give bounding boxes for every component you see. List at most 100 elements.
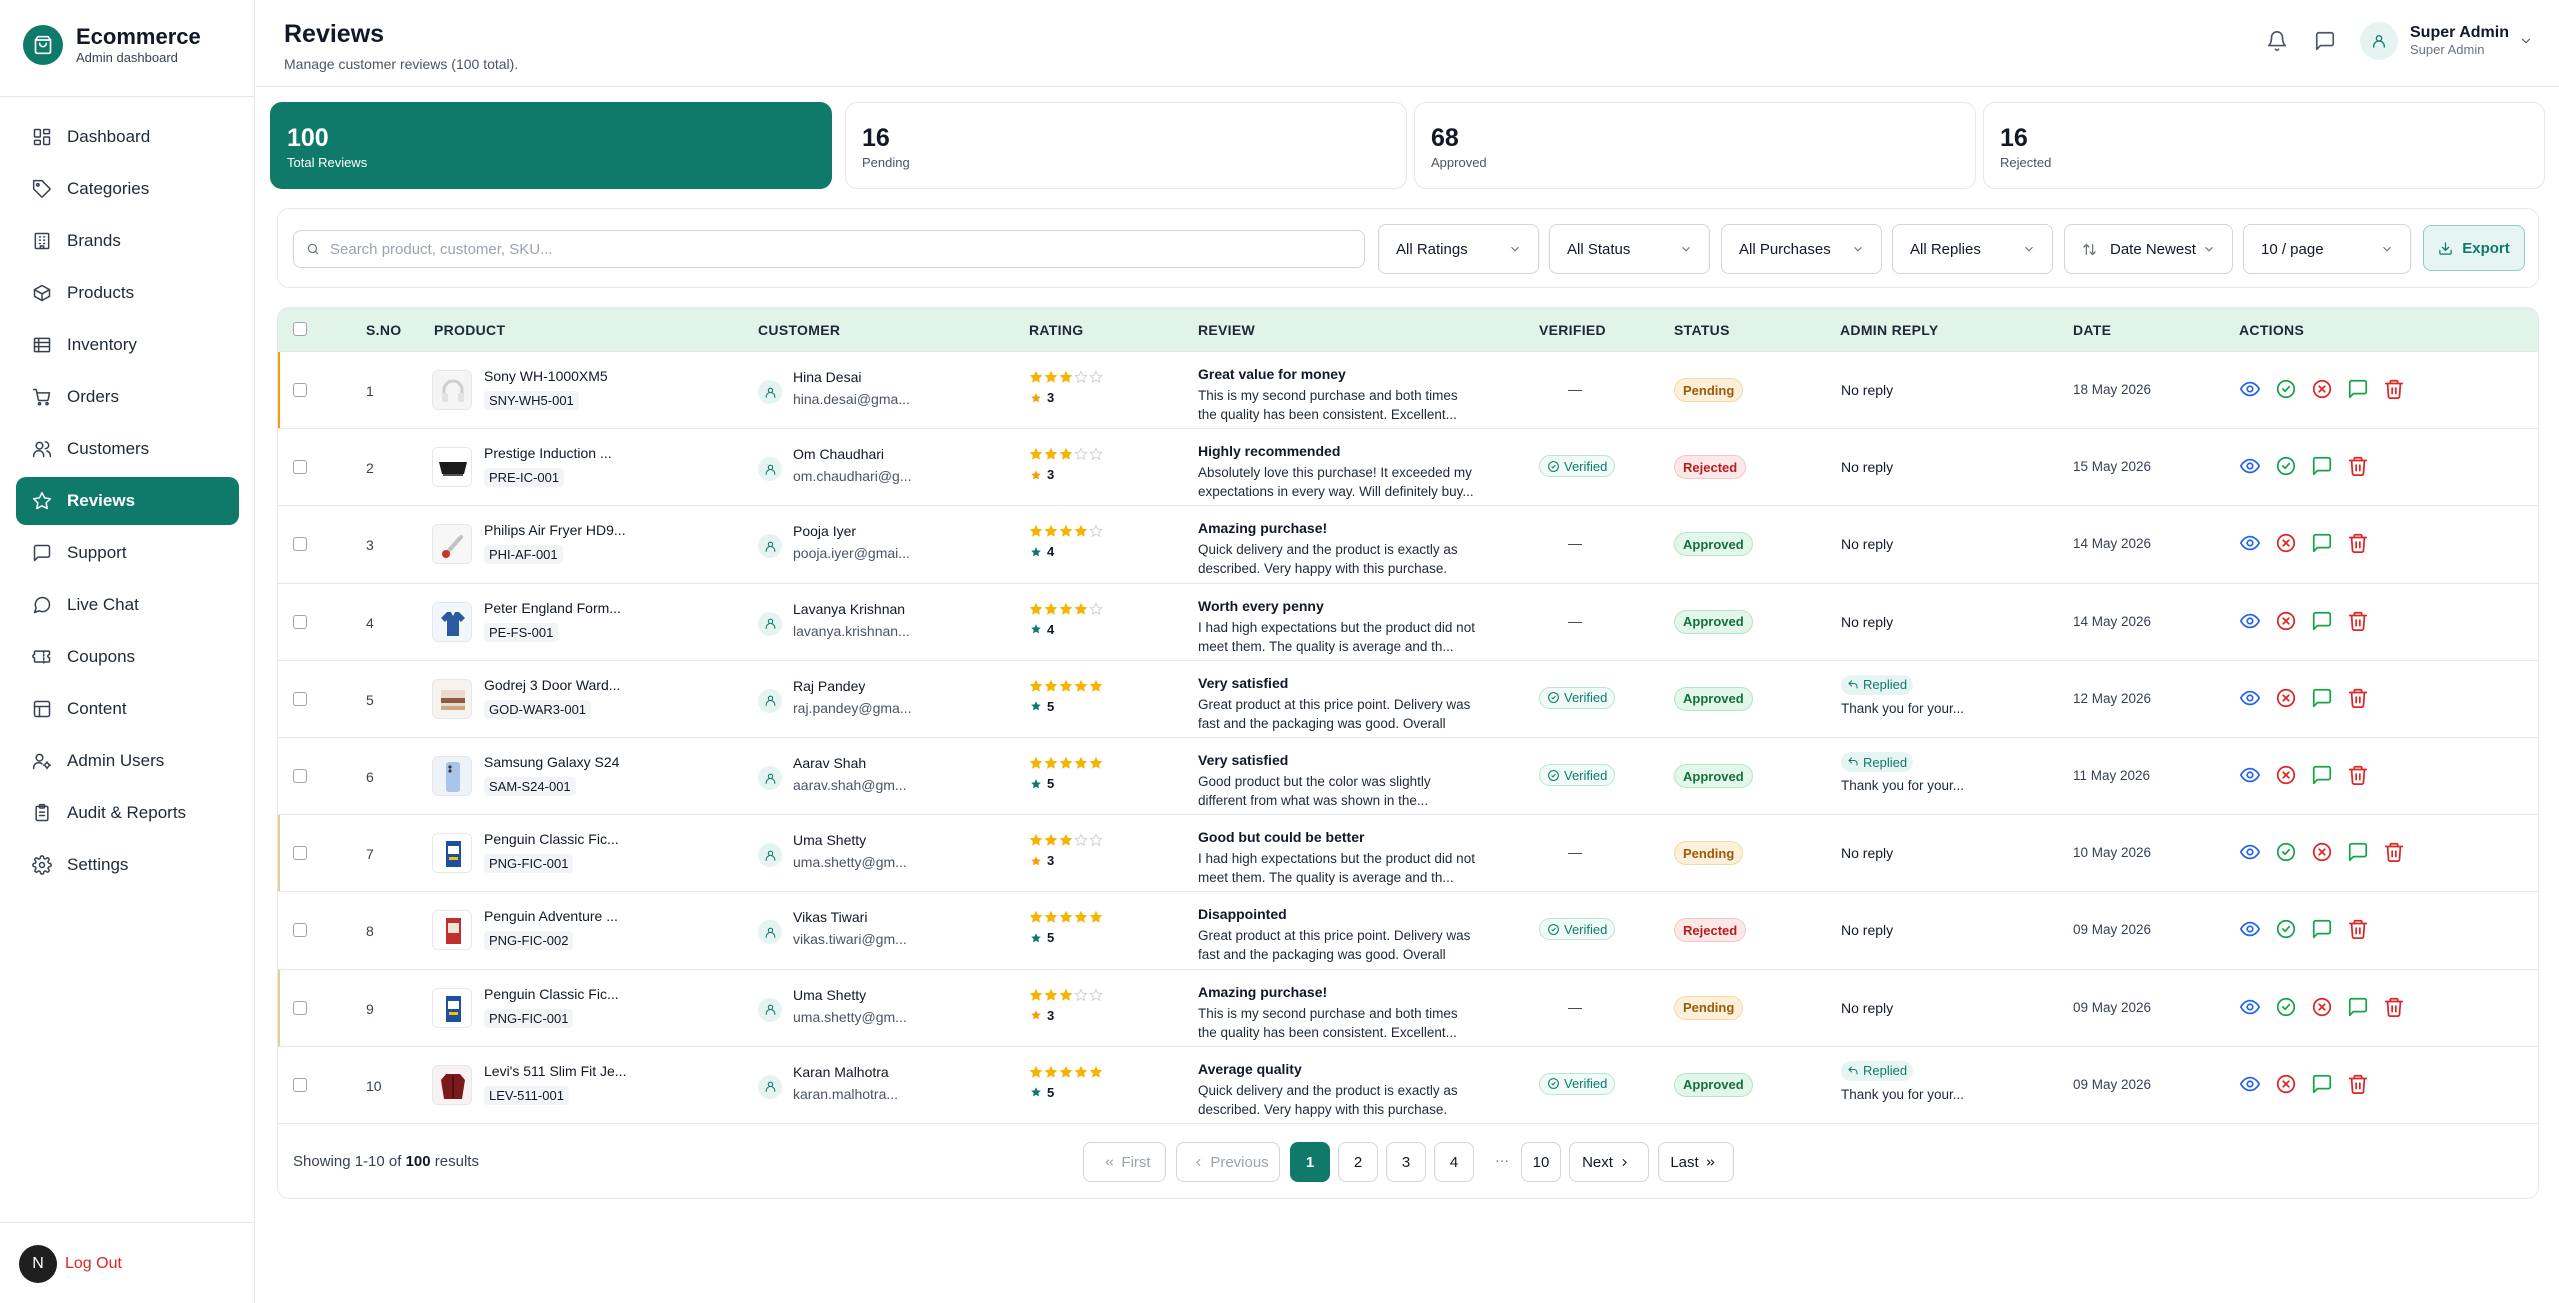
sidebar-item-reviews[interactable]: Reviews bbox=[16, 477, 239, 525]
stat-rejected[interactable]: 16 Rejected bbox=[1983, 102, 2545, 189]
reply-button[interactable] bbox=[2311, 918, 2333, 940]
product-name[interactable]: Sony WH-1000XM5 bbox=[484, 368, 608, 384]
previous-page-button[interactable]: Previous bbox=[1176, 1142, 1280, 1182]
sidebar-item-live-chat[interactable]: Live Chat bbox=[16, 581, 239, 629]
row-checkbox[interactable] bbox=[293, 769, 307, 783]
approve-button[interactable] bbox=[2275, 841, 2297, 863]
sidebar-item-coupons[interactable]: Coupons bbox=[16, 633, 239, 681]
select-all-checkbox[interactable] bbox=[293, 322, 307, 336]
product-name[interactable]: Prestige Induction ... bbox=[484, 445, 612, 461]
page-button-2[interactable]: 2 bbox=[1338, 1142, 1378, 1182]
table-row[interactable]: 3 Philips Air Fryer HD9... PHI-AF-001 Po… bbox=[278, 505, 2538, 582]
delete-button[interactable] bbox=[2347, 532, 2369, 554]
view-button[interactable] bbox=[2239, 1073, 2261, 1095]
page-button-1[interactable]: 1 bbox=[1290, 1142, 1330, 1182]
reply-button[interactable] bbox=[2311, 455, 2333, 477]
sidebar-item-orders[interactable]: Orders bbox=[16, 373, 239, 421]
row-checkbox[interactable] bbox=[293, 923, 307, 938]
reject-button[interactable] bbox=[2311, 378, 2333, 400]
sidebar-item-inventory[interactable]: Inventory bbox=[16, 321, 239, 369]
reject-button[interactable] bbox=[2275, 532, 2297, 554]
bell-icon[interactable] bbox=[2266, 30, 2290, 54]
stat-approved[interactable]: 68 Approved bbox=[1414, 102, 1976, 189]
table-row[interactable]: 5 Godrej 3 Door Ward... GOD-WAR3-001 Raj… bbox=[278, 659, 2538, 737]
brand[interactable]: Ecommerce Admin dashboard bbox=[23, 24, 201, 66]
product-name[interactable]: Samsung Galaxy S24 bbox=[484, 754, 619, 770]
reject-button[interactable] bbox=[2275, 1073, 2297, 1095]
view-button[interactable] bbox=[2239, 996, 2261, 1018]
sidebar-item-support[interactable]: Support bbox=[16, 529, 239, 577]
row-checkbox[interactable] bbox=[293, 691, 307, 706]
reply-button[interactable] bbox=[2347, 841, 2369, 863]
approve-button[interactable] bbox=[2275, 996, 2297, 1018]
user-menu[interactable]: Super Admin Super Admin bbox=[2360, 22, 2533, 60]
sort-select[interactable]: Date Newest bbox=[2064, 224, 2233, 274]
view-button[interactable] bbox=[2239, 918, 2261, 940]
row-checkbox[interactable] bbox=[293, 1000, 307, 1015]
sidebar-item-categories[interactable]: Categories bbox=[16, 165, 239, 213]
view-button[interactable] bbox=[2239, 764, 2261, 786]
logout-button[interactable]: N Log Out bbox=[19, 1245, 122, 1283]
stat-total-reviews[interactable]: 100 Total Reviews bbox=[270, 102, 832, 189]
message-icon[interactable] bbox=[2314, 30, 2338, 54]
product-name[interactable]: Penguin Adventure ... bbox=[484, 908, 618, 924]
view-button[interactable] bbox=[2239, 610, 2261, 632]
sidebar-item-admin-users[interactable]: Admin Users bbox=[16, 737, 239, 785]
approve-button[interactable] bbox=[2275, 918, 2297, 940]
delete-button[interactable] bbox=[2347, 687, 2369, 709]
row-checkbox[interactable] bbox=[293, 383, 307, 397]
table-row[interactable]: 2 Prestige Induction ... PRE-IC-001 Om C… bbox=[278, 428, 2538, 505]
table-row[interactable]: 10 Levi's 511 Slim Fit Je... LEV-511-001… bbox=[278, 1045, 2538, 1123]
product-name[interactable]: Godrej 3 Door Ward... bbox=[484, 677, 620, 693]
delete-button[interactable] bbox=[2347, 610, 2369, 632]
sidebar-item-customers[interactable]: Customers bbox=[16, 425, 239, 473]
delete-button[interactable] bbox=[2347, 1073, 2369, 1095]
sidebar-item-products[interactable]: Products bbox=[16, 269, 239, 317]
search-input[interactable] bbox=[330, 240, 1330, 258]
purchase-filter-select[interactable]: All Purchases bbox=[1721, 224, 1882, 274]
delete-button[interactable] bbox=[2347, 764, 2369, 786]
reply-button[interactable] bbox=[2347, 996, 2369, 1018]
reply-button[interactable] bbox=[2311, 1073, 2333, 1095]
view-button[interactable] bbox=[2239, 455, 2261, 477]
view-button[interactable] bbox=[2239, 687, 2261, 709]
product-name[interactable]: Penguin Classic Fic... bbox=[484, 831, 619, 847]
stat-pending[interactable]: 16 Pending bbox=[845, 102, 1407, 189]
sidebar-item-audit-reports[interactable]: Audit & Reports bbox=[16, 789, 239, 837]
product-name[interactable]: Penguin Classic Fic... bbox=[484, 986, 619, 1002]
approve-button[interactable] bbox=[2275, 378, 2297, 400]
row-checkbox[interactable] bbox=[293, 460, 307, 475]
table-row[interactable]: 6 Samsung Galaxy S24 SAM-S24-001 Aarav S… bbox=[278, 737, 2538, 814]
reply-button[interactable] bbox=[2311, 532, 2333, 554]
reject-button[interactable] bbox=[2275, 687, 2297, 709]
table-row[interactable]: 1 Sony WH-1000XM5 SNY-WH5-001 Hina Desai… bbox=[278, 351, 2538, 429]
reply-button[interactable] bbox=[2347, 378, 2369, 400]
status-filter-select[interactable]: All Status bbox=[1549, 224, 1710, 274]
delete-button[interactable] bbox=[2347, 918, 2369, 940]
sidebar-item-brands[interactable]: Brands bbox=[16, 217, 239, 265]
delete-button[interactable] bbox=[2347, 455, 2369, 477]
table-row[interactable]: 9 Penguin Classic Fic... PNG-FIC-001 Uma… bbox=[278, 968, 2538, 1047]
first-page-button[interactable]: First bbox=[1083, 1142, 1166, 1182]
view-button[interactable] bbox=[2239, 378, 2261, 400]
view-button[interactable] bbox=[2239, 841, 2261, 863]
export-button[interactable]: Export bbox=[2423, 225, 2525, 271]
reject-button[interactable] bbox=[2275, 610, 2297, 632]
last-page-button[interactable]: Last bbox=[1658, 1142, 1734, 1182]
delete-button[interactable] bbox=[2383, 996, 2405, 1018]
reject-button[interactable] bbox=[2311, 996, 2333, 1018]
next-page-button[interactable]: Next bbox=[1569, 1142, 1649, 1182]
reply-filter-select[interactable]: All Replies bbox=[1892, 224, 2053, 274]
row-checkbox[interactable] bbox=[293, 614, 307, 629]
reject-button[interactable] bbox=[2311, 841, 2333, 863]
sidebar-item-content[interactable]: Content bbox=[16, 685, 239, 733]
row-checkbox[interactable] bbox=[293, 1077, 307, 1092]
product-name[interactable]: Levi's 511 Slim Fit Je... bbox=[484, 1063, 626, 1079]
table-row[interactable]: 7 Penguin Classic Fic... PNG-FIC-001 Uma… bbox=[278, 814, 2538, 893]
delete-button[interactable] bbox=[2383, 841, 2405, 863]
product-name[interactable]: Philips Air Fryer HD9... bbox=[484, 522, 626, 538]
reply-button[interactable] bbox=[2311, 687, 2333, 709]
row-checkbox[interactable] bbox=[293, 537, 307, 552]
page-button-3[interactable]: 3 bbox=[1386, 1142, 1426, 1182]
reply-button[interactable] bbox=[2311, 610, 2333, 632]
